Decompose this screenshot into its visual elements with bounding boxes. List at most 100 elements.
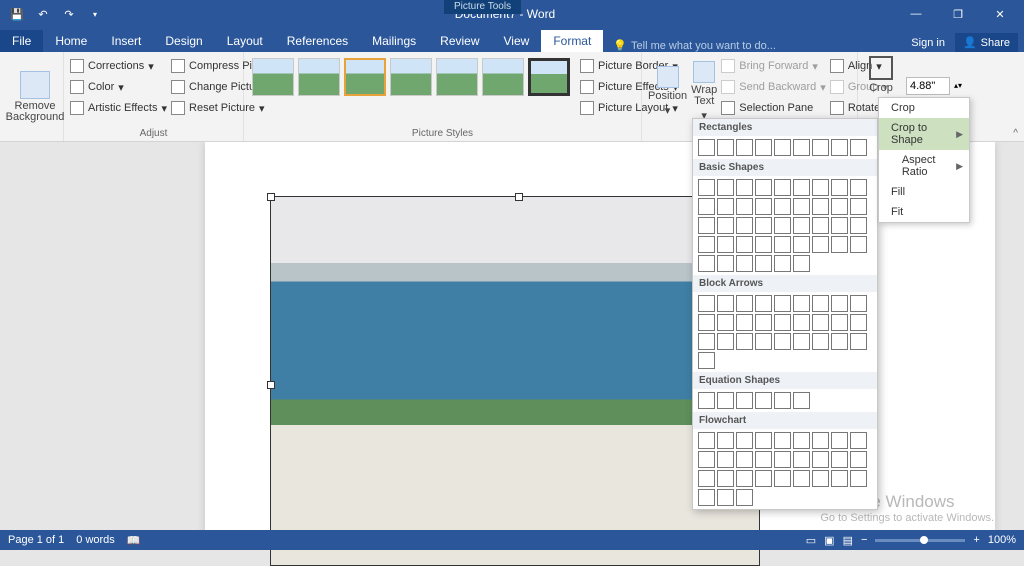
shape-option[interactable] — [774, 470, 791, 487]
shape-option[interactable] — [698, 333, 715, 350]
close-icon[interactable]: ✕ — [982, 3, 1018, 25]
zoom-level[interactable]: 100% — [988, 534, 1016, 546]
shape-option[interactable] — [850, 198, 867, 215]
shape-option[interactable] — [831, 295, 848, 312]
shape-option[interactable] — [850, 179, 867, 196]
page-count[interactable]: Page 1 of 1 — [8, 534, 64, 546]
shape-option[interactable] — [831, 451, 848, 468]
shape-option[interactable] — [755, 470, 772, 487]
shape-option[interactable] — [812, 139, 829, 156]
shape-option[interactable] — [850, 236, 867, 253]
shape-option[interactable] — [736, 179, 753, 196]
wrap-text-button[interactable]: Wrap Text▾ — [691, 56, 717, 126]
style-thumb[interactable] — [436, 58, 478, 96]
shape-option[interactable] — [717, 295, 734, 312]
shape-option[interactable] — [736, 217, 753, 234]
shape-option[interactable] — [850, 314, 867, 331]
sign-in-link[interactable]: Sign in — [911, 37, 945, 49]
shape-option[interactable] — [812, 333, 829, 350]
shape-option[interactable] — [698, 236, 715, 253]
shape-option[interactable] — [717, 198, 734, 215]
shape-option[interactable] — [774, 236, 791, 253]
shape-option[interactable] — [698, 451, 715, 468]
tab-file[interactable]: File — [0, 30, 43, 52]
shape-option[interactable] — [736, 236, 753, 253]
shape-option[interactable] — [736, 451, 753, 468]
shape-option[interactable] — [736, 489, 753, 506]
color-button[interactable]: Color ▾ — [70, 77, 167, 97]
shape-option[interactable] — [831, 139, 848, 156]
shape-option[interactable] — [717, 333, 734, 350]
shape-option[interactable] — [812, 295, 829, 312]
shape-option[interactable] — [774, 198, 791, 215]
crop-menu-crop[interactable]: Crop — [879, 98, 969, 118]
save-icon[interactable]: 💾 — [6, 3, 28, 25]
shape-option[interactable] — [698, 295, 715, 312]
tab-mailings[interactable]: Mailings — [360, 30, 428, 52]
crop-menu-fit[interactable]: Fit — [879, 202, 969, 222]
shape-option[interactable] — [831, 333, 848, 350]
shape-option[interactable] — [755, 295, 772, 312]
shape-option[interactable] — [736, 198, 753, 215]
shape-option[interactable] — [755, 333, 772, 350]
shape-option[interactable] — [755, 314, 772, 331]
restore-icon[interactable]: ❐ — [940, 3, 976, 25]
shape-option[interactable] — [755, 451, 772, 468]
shape-option[interactable] — [736, 432, 753, 449]
shape-option[interactable] — [755, 236, 772, 253]
picture-styles-gallery[interactable] — [250, 56, 572, 126]
crop-menu-crop-to-shape[interactable]: Crop to Shape▶ — [879, 118, 969, 150]
shape-option[interactable] — [793, 139, 810, 156]
view-read-icon[interactable]: ▭ — [806, 534, 816, 547]
shape-option[interactable] — [812, 451, 829, 468]
selected-picture[interactable] — [270, 196, 760, 566]
shape-option[interactable] — [774, 255, 791, 272]
shape-option[interactable] — [717, 236, 734, 253]
style-thumb[interactable] — [528, 58, 570, 96]
shape-option[interactable] — [717, 139, 734, 156]
collapse-ribbon-icon[interactable]: ^ — [1013, 128, 1018, 139]
shape-option[interactable] — [755, 217, 772, 234]
style-thumb[interactable] — [252, 58, 294, 96]
shape-option[interactable] — [850, 451, 867, 468]
shape-option[interactable] — [774, 179, 791, 196]
shape-option[interactable] — [793, 432, 810, 449]
shape-option[interactable] — [717, 489, 734, 506]
shape-option[interactable] — [850, 295, 867, 312]
resize-handle[interactable] — [515, 193, 523, 201]
shape-option[interactable] — [698, 139, 715, 156]
shape-option[interactable] — [850, 470, 867, 487]
shape-option[interactable] — [698, 314, 715, 331]
shape-option[interactable] — [736, 392, 753, 409]
artistic-effects-button[interactable]: Artistic Effects ▾ — [70, 98, 167, 118]
shape-option[interactable] — [850, 333, 867, 350]
minimize-icon[interactable]: — — [898, 3, 934, 25]
shape-option[interactable] — [774, 295, 791, 312]
shape-option[interactable] — [755, 139, 772, 156]
tab-view[interactable]: View — [492, 30, 542, 52]
shape-option[interactable] — [793, 198, 810, 215]
tab-design[interactable]: Design — [153, 30, 214, 52]
shape-option[interactable] — [812, 236, 829, 253]
shape-option[interactable] — [755, 432, 772, 449]
shape-option[interactable] — [698, 392, 715, 409]
shape-option[interactable] — [698, 352, 715, 369]
shape-option[interactable] — [736, 139, 753, 156]
tell-me[interactable]: 💡Tell me what you want to do... — [603, 39, 776, 52]
shape-option[interactable] — [793, 217, 810, 234]
shape-option[interactable] — [698, 198, 715, 215]
shape-option[interactable] — [812, 470, 829, 487]
zoom-out-icon[interactable]: − — [861, 534, 867, 546]
share-button[interactable]: 👤Share — [955, 33, 1018, 52]
shape-option[interactable] — [831, 470, 848, 487]
shape-option[interactable] — [812, 217, 829, 234]
shape-option[interactable] — [793, 295, 810, 312]
shape-option[interactable] — [698, 179, 715, 196]
shape-option[interactable] — [793, 470, 810, 487]
shape-option[interactable] — [793, 451, 810, 468]
shape-option[interactable] — [736, 333, 753, 350]
shape-option[interactable] — [793, 392, 810, 409]
style-thumb[interactable] — [482, 58, 524, 96]
shape-option[interactable] — [755, 392, 772, 409]
remove-background-button[interactable]: Remove Background — [6, 56, 64, 137]
